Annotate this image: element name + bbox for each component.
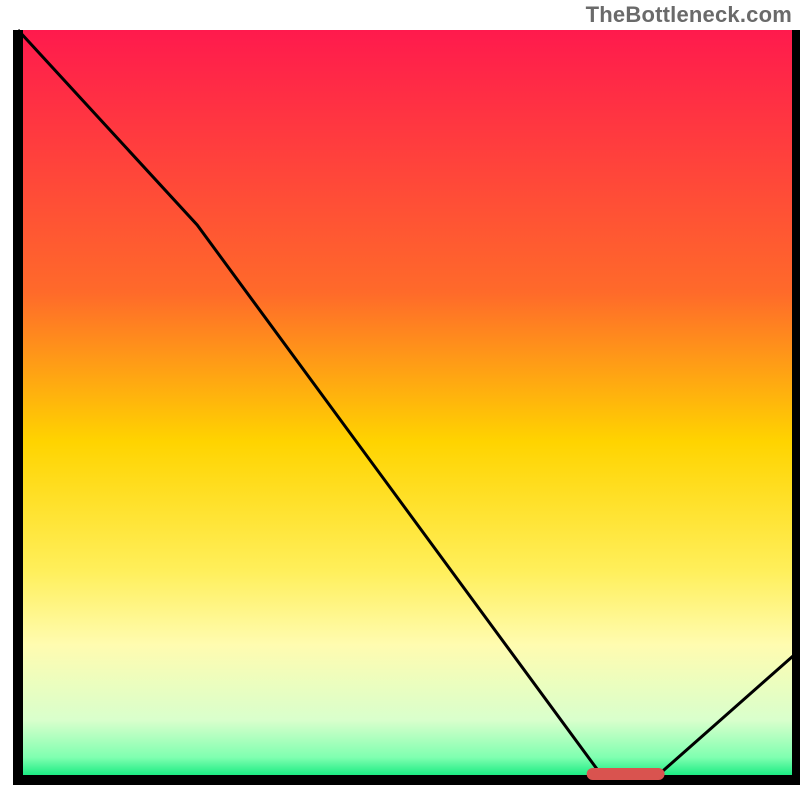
bottleneck-chart <box>0 0 800 800</box>
optimal-range-marker <box>587 768 665 780</box>
plot-background <box>18 30 797 780</box>
chart-container: TheBottleneck.com <box>0 0 800 800</box>
